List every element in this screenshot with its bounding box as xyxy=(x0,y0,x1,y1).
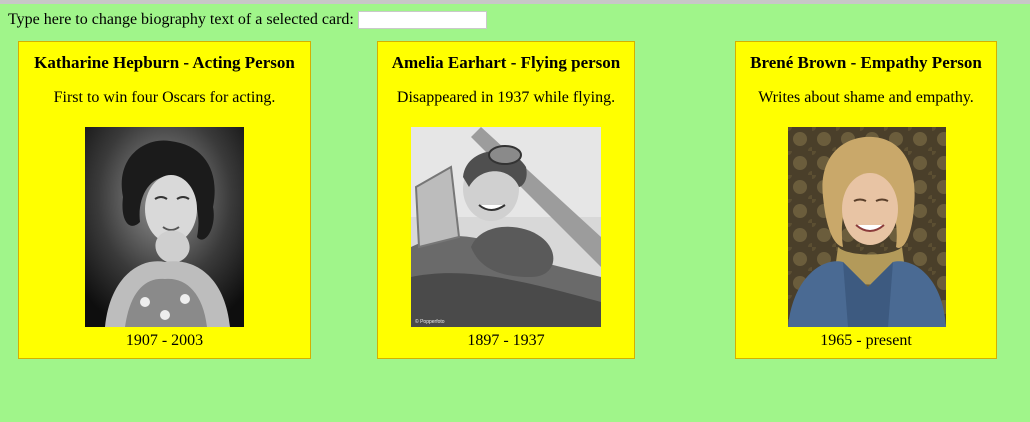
portrait-photo-brown xyxy=(788,127,946,327)
card-biography: Disappeared in 1937 while flying. xyxy=(396,89,616,106)
card-biography: First to win four Oscars for acting. xyxy=(53,89,276,106)
card-title: Amelia Earhart - Flying person xyxy=(391,53,621,72)
biography-input[interactable] xyxy=(357,11,487,29)
biography-input-label: Type here to change biography text of a … xyxy=(8,11,354,28)
person-card-earhart[interactable]: Amelia Earhart - Flying person Disappear… xyxy=(377,41,635,359)
card-years: 1907 - 2003 xyxy=(125,332,204,349)
svg-text:© Popperfoto: © Popperfoto xyxy=(415,318,445,325)
portrait-photo-hepburn xyxy=(85,127,244,327)
card-title: Katharine Hepburn - Acting Person xyxy=(34,53,295,72)
portrait-photo-earhart: © Popperfoto xyxy=(411,127,601,327)
card-biography: Writes about shame and empathy. xyxy=(758,89,974,106)
card-years: 1965 - present xyxy=(820,332,912,349)
person-card-hepburn[interactable]: Katharine Hepburn - Acting Person First … xyxy=(18,41,311,359)
person-card-brown[interactable]: Brené Brown - Empathy Person Writes abou… xyxy=(735,41,997,359)
card-years: 1897 - 1937 xyxy=(467,332,545,349)
card-title: Brené Brown - Empathy Person xyxy=(750,53,982,72)
browser-top-edge xyxy=(0,0,1030,4)
biography-edit-row: Type here to change biography text of a … xyxy=(8,11,487,29)
